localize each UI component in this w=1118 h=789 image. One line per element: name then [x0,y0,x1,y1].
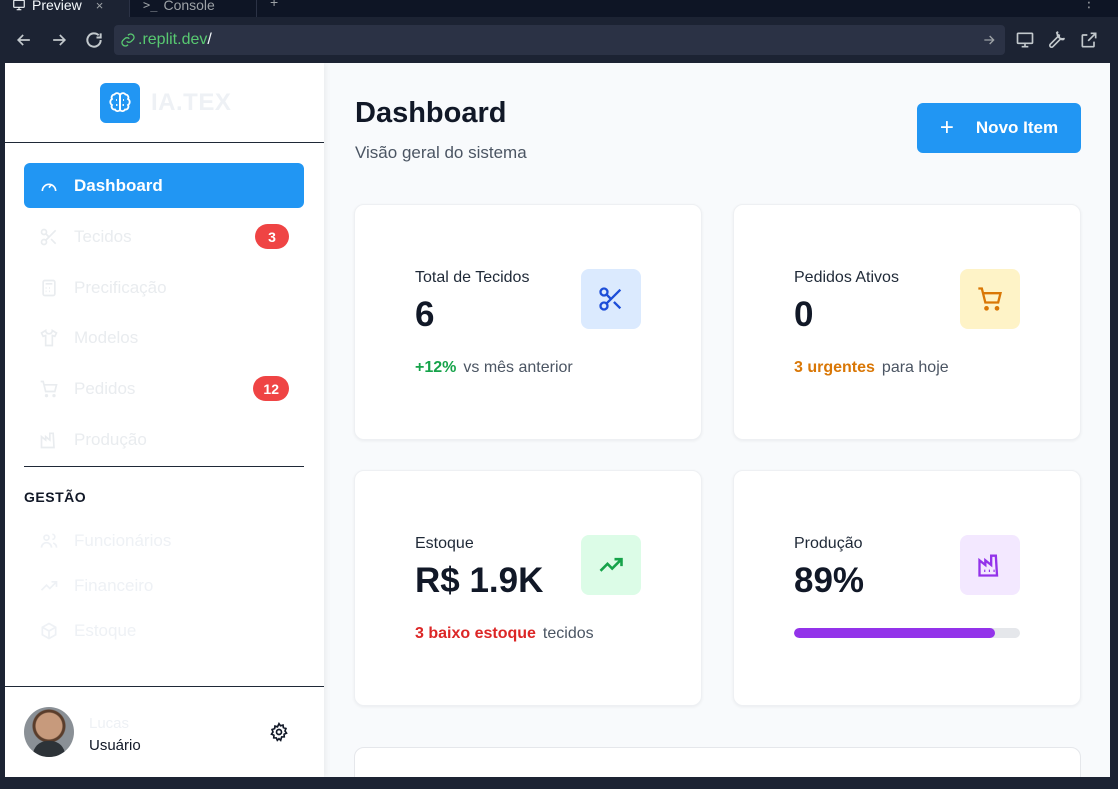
count-badge: 3 [255,224,289,249]
url-field[interactable]: .replit.dev / [114,25,1005,55]
scissors-icon [39,227,59,247]
sidebar-item-label: Estoque [74,621,137,640]
stat-card-estoque: Estoque R$ 1.9K 3 baixo estoque tecidos [354,470,702,706]
close-tab-icon[interactable]: × [96,0,104,13]
production-progress-bar [794,628,1020,638]
count-badge: 12 [253,376,289,401]
url-toolbar: .replit.dev / [0,17,1118,63]
more-options-icon[interactable]: ⋮ [1082,0,1096,11]
content-card [354,747,1081,777]
factory-icon [960,535,1020,595]
cart-icon [39,379,59,399]
factory-icon [39,430,59,450]
tab-console-label: Console [163,0,215,13]
sidebar-item-modelos[interactable]: Modelos [24,315,304,360]
sidebar-item-label: Produção [74,429,147,449]
production-progress-fill [794,628,996,638]
stat-note: para hoje [881,359,949,376]
app-viewport: IA.TEX Dashboard Tecidos 3 Precificação … [5,63,1110,777]
stat-value: 89% [794,561,865,600]
sidebar-item-pedidos[interactable]: Pedidos 12 [24,366,304,411]
calculator-icon [39,278,59,298]
window-bottom-edge [0,777,1118,789]
shirt-icon [39,328,59,348]
sidebar-item-precificacao[interactable]: Precificação [24,265,304,310]
stat-low-stock: 3 baixo estoque [415,625,536,642]
open-external-icon[interactable] [1079,30,1099,50]
sidebar-divider [24,466,304,467]
gear-icon[interactable] [269,722,289,742]
avatar[interactable] [24,707,74,757]
stat-footnote: 3 urgentes para hoje [794,359,949,377]
stat-value: 6 [415,295,435,334]
link-icon [121,33,135,47]
sidebar-item-tecidos[interactable]: Tecidos 3 [24,214,304,259]
page-subtitle: Visão geral do sistema [355,143,527,162]
section-label-gestao: GESTÃO [24,489,87,505]
url-path: / [207,31,212,48]
stat-card-tecidos: Total de Tecidos 6 +12% vs mês anterior [354,204,702,440]
user-name: Lucas [89,715,130,732]
sidebar-item-label: Modelos [74,327,139,347]
stat-label: Total de Tecidos [415,269,530,286]
scissors-icon [581,269,641,329]
stat-footnote: +12% vs mês anterior [415,359,573,377]
tab-console[interactable]: >_ Console [131,0,257,17]
user-divider [5,686,324,687]
sidebar-item-label: Financeiro [74,576,154,595]
stat-card-producao: Produção 89% [733,470,1081,706]
monitor-icon [13,0,25,11]
app-logo-text: IA.TEX [151,89,232,116]
stat-label: Pedidos Ativos [794,269,899,286]
users-icon [39,531,59,551]
sidebar-item-label: Precificação [74,277,167,297]
stat-change: +12% [415,359,457,376]
tab-preview[interactable]: Preview × [0,0,130,17]
stat-value: 0 [794,295,814,334]
preview-tab-strip: Preview × >_ Console + ⋮ [0,0,1118,17]
stat-note: tecidos [542,625,594,642]
sidebar-item-label: Tecidos [74,226,132,246]
sidebar: IA.TEX Dashboard Tecidos 3 Precificação … [5,63,324,777]
sidebar-item-estoque[interactable]: Estoque [39,619,136,643]
brain-icon [100,83,140,123]
terminal-icon: >_ [143,0,158,12]
trending-up-icon [581,535,641,595]
logo-row: IA.TEX [5,63,324,143]
new-item-label: Novo Item [975,118,1059,137]
sidebar-item-producao[interactable]: Produção [24,417,304,462]
stat-value: R$ 1.9K [415,561,544,600]
box-icon [39,621,59,641]
page-title: Dashboard [355,97,507,129]
user-role: Usuário [89,737,141,754]
stat-footnote: 3 baixo estoque tecidos [415,625,594,643]
gauge-icon [39,176,59,196]
sidebar-item-label: Funcionários [74,531,172,550]
sidebar-item-financeiro[interactable]: Financeiro [39,574,153,598]
tab-preview-label: Preview [32,0,82,13]
cart-icon [960,269,1020,329]
stat-label: Estoque [415,535,474,552]
stat-label: Produção [794,535,863,552]
reload-icon[interactable] [84,30,104,50]
sidebar-item-label: Dashboard [74,175,163,195]
sidebar-item-dashboard[interactable]: Dashboard [24,163,304,208]
sidebar-item-label: Pedidos [74,378,136,398]
stat-urgent: 3 urgentes [794,359,875,376]
go-arrow-icon[interactable] [981,32,997,48]
forward-arrow-icon[interactable] [49,30,69,50]
stat-card-pedidos: Pedidos Ativos 0 3 urgentes para hoje [733,204,1081,440]
url-host: .replit.dev [138,31,208,48]
trend-icon [39,576,59,596]
devices-icon[interactable] [1015,30,1035,50]
back-arrow-icon[interactable] [14,30,34,50]
wrench-icon[interactable] [1047,30,1067,50]
sidebar-item-funcionarios[interactable]: Funcionários [39,529,171,553]
stat-note: vs mês anterior [463,359,573,376]
plus-icon: + [939,114,954,141]
new-tab-button[interactable]: + [270,0,278,10]
new-item-button[interactable]: + Novo Item [917,103,1081,153]
